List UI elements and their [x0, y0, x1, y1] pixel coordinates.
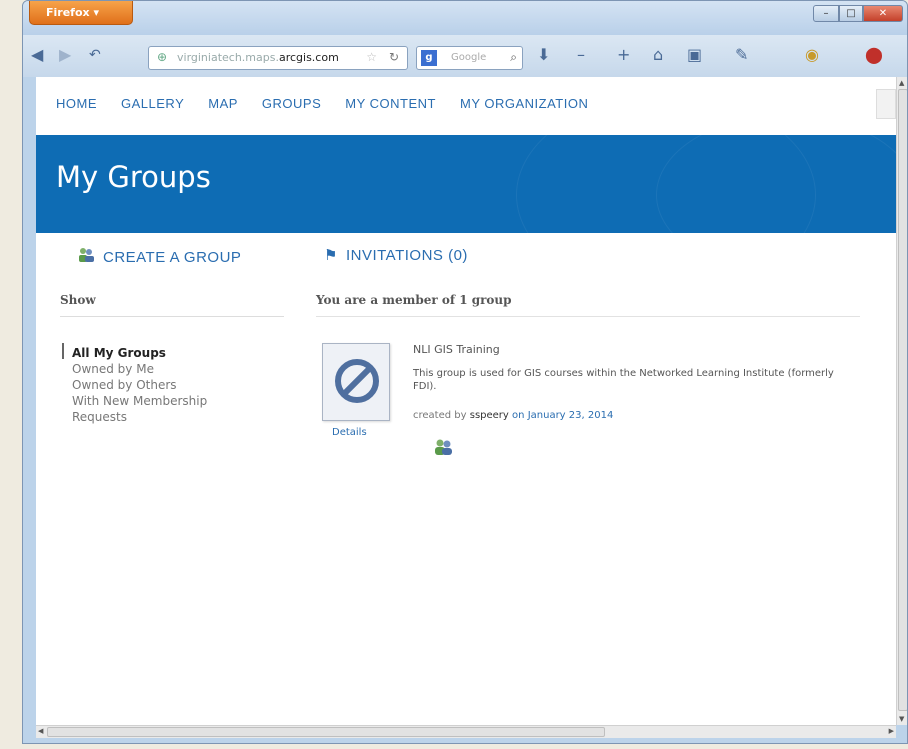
banner-decoration	[656, 135, 896, 233]
group-created-line: created by sspeery on January 23, 2014	[413, 410, 613, 421]
divider	[60, 316, 284, 317]
search-placeholder: Google	[451, 52, 487, 63]
horizontal-scrollbar[interactable]: ◀ ▶	[36, 725, 896, 738]
membership-heading: You are a member of 1 group	[316, 293, 512, 307]
home-icon[interactable]: ⌂	[653, 46, 663, 64]
invitations-label: INVITATIONS (0)	[345, 247, 468, 264]
search-icon[interactable]: ⌕	[510, 50, 517, 65]
nav-my-content[interactable]: MY CONTENT	[345, 96, 436, 111]
create-group-button[interactable]: CREATE A GROUP	[77, 247, 241, 267]
page-title: My Groups	[56, 160, 211, 194]
invitations-button[interactable]: ⚑ INVITATIONS (0)	[324, 247, 468, 264]
group-members-icon	[433, 438, 453, 460]
firefox-menu-button[interactable]: Firefox ▾	[29, 1, 133, 25]
active-filter-indicator	[62, 343, 64, 359]
on-word: on	[512, 410, 525, 421]
scroll-up-icon[interactable]: ▲	[899, 79, 904, 87]
vertical-scrollbar[interactable]: ▲ ▼	[896, 77, 907, 725]
group-title[interactable]: NLI GIS Training	[413, 343, 500, 356]
nav-home[interactable]: HOME	[56, 96, 97, 111]
browser-window: Firefox ▾ – □ ✕ ◀ ▶ ↶ ⊕ virginiatech.map…	[22, 0, 908, 744]
navigation-toolbar: ◀ ▶ ↶ ⊕ virginiatech.maps.arcgis.com ☆ ↻…	[23, 35, 907, 77]
create-group-label: CREATE A GROUP	[103, 248, 242, 266]
details-link[interactable]: Details	[332, 427, 367, 438]
url-prefix: virginiatech.maps.	[177, 51, 279, 64]
nav-groups[interactable]: GROUPS	[262, 96, 321, 111]
back-icon[interactable]: ◀	[31, 46, 43, 64]
window-controls: – □ ✕	[813, 5, 903, 22]
url-bar[interactable]: ⊕ virginiatech.maps.arcgis.com ☆ ↻	[148, 46, 408, 70]
created-prefix: created by	[413, 410, 467, 421]
filter-new-membership-label: With New Membership Requests	[72, 394, 208, 424]
nav-map[interactable]: MAP	[208, 96, 238, 111]
close-icon[interactable]: ✕	[863, 5, 903, 22]
forward-icon[interactable]: ▶	[59, 46, 71, 64]
stop-icon[interactable]: ⬤	[865, 46, 883, 64]
created-date: January 23, 2014	[527, 410, 614, 421]
search-bar[interactable]: g Google ⌕	[416, 46, 523, 70]
site-nav: HOME GALLERY MAP GROUPS MY CONTENT MY OR…	[56, 96, 588, 111]
bookmark-star-icon[interactable]: ☆	[366, 50, 377, 64]
maximize-icon[interactable]: □	[839, 5, 863, 22]
extension-icon[interactable]: ✎	[735, 46, 748, 64]
history-icon[interactable]: ↶	[89, 46, 101, 64]
download-icon[interactable]: ⬇	[537, 46, 550, 64]
url-domain: arcgis.com	[278, 51, 339, 64]
nav-gallery[interactable]: GALLERY	[121, 96, 184, 111]
vertical-scroll-thumb[interactable]	[898, 89, 907, 711]
addon-icon[interactable]: ◉	[805, 46, 819, 64]
filter-owned-by-me[interactable]: Owned by Me	[72, 361, 252, 377]
globe-icon: ⊕	[157, 50, 168, 64]
scroll-down-icon[interactable]: ▼	[899, 715, 904, 723]
minimize-icon[interactable]: –	[813, 5, 839, 22]
filter-all-my-groups[interactable]: All My Groups	[72, 345, 252, 361]
group-add-icon	[77, 247, 95, 267]
group-thumbnail[interactable]	[322, 343, 390, 421]
reload-icon[interactable]: ↻	[389, 50, 399, 64]
search-toggle[interactable]	[876, 89, 896, 119]
nav-my-organization[interactable]: MY ORGANIZATION	[460, 96, 588, 111]
filter-owned-by-others[interactable]: Owned by Others	[72, 377, 252, 393]
scroll-left-icon[interactable]: ◀	[38, 727, 43, 735]
show-heading: Show	[60, 293, 96, 307]
group-owner[interactable]: sspeery	[470, 410, 509, 421]
firefox-menu-label: Firefox	[46, 6, 90, 19]
flag-icon: ⚑	[324, 246, 338, 264]
horizontal-scroll-thumb[interactable]	[47, 727, 605, 737]
filter-list: All My Groups Owned by Me Owned by Other…	[72, 345, 252, 425]
zoom-out-icon[interactable]: –	[577, 46, 585, 64]
zoom-in-icon[interactable]: +	[617, 46, 630, 64]
group-description: This group is used for GIS courses withi…	[413, 368, 834, 392]
page-banner: My Groups	[36, 135, 896, 233]
filter-new-membership-requests[interactable]: With New Membership Requests	[72, 393, 252, 425]
google-g-icon[interactable]: g	[421, 50, 437, 66]
title-bar: Firefox ▾ – □ ✕	[23, 1, 907, 35]
page-viewport: HOME GALLERY MAP GROUPS MY CONTENT MY OR…	[36, 77, 896, 725]
scroll-right-icon[interactable]: ▶	[889, 727, 894, 735]
screen-icon[interactable]: ▣	[687, 46, 702, 64]
divider	[316, 316, 860, 317]
no-image-icon	[335, 359, 379, 403]
